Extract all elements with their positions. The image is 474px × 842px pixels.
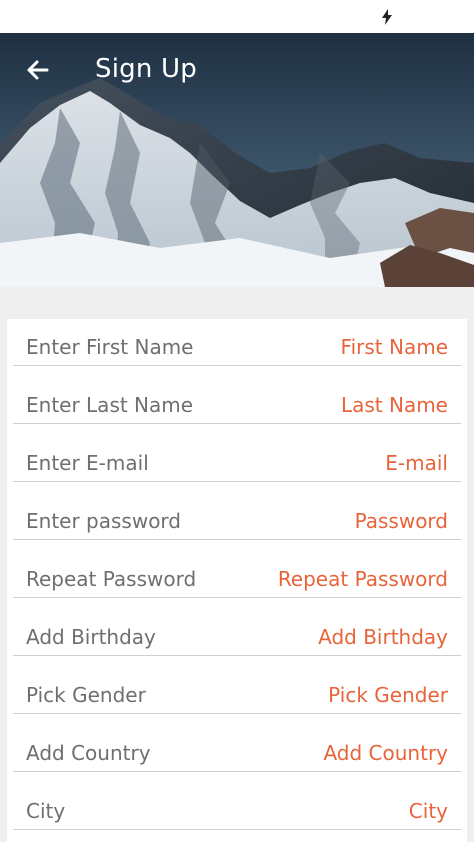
- field-label: Repeat Password: [26, 567, 197, 591]
- repeat-password-field[interactable]: Repeat Password Repeat Password: [13, 551, 461, 598]
- header-banner: Sign Up: [0, 33, 474, 287]
- field-value: City: [408, 799, 448, 823]
- field-value: Password: [354, 509, 448, 533]
- field-value: Last Name: [340, 393, 448, 417]
- birthday-field[interactable]: Add Birthday Add Birthday: [13, 609, 461, 656]
- charging-bolt-icon: [382, 9, 392, 25]
- gender-field[interactable]: Pick Gender Pick Gender: [13, 667, 461, 714]
- city-field[interactable]: City City: [13, 783, 461, 830]
- last-name-field[interactable]: Enter Last Name Last Name: [13, 377, 461, 424]
- password-field[interactable]: Enter password Password: [13, 493, 461, 540]
- field-value: First Name: [340, 335, 448, 359]
- field-label: Enter First Name: [26, 335, 194, 359]
- signup-form-card: Enter First Name First Name Enter Last N…: [7, 319, 467, 842]
- field-label: Enter password: [26, 509, 181, 533]
- field-value: Add Birthday: [318, 625, 448, 649]
- arrow-left-icon: [27, 60, 49, 80]
- field-label: Add Country: [26, 741, 151, 765]
- page-title: Sign Up: [95, 54, 197, 84]
- mountain-header-image: [0, 33, 474, 287]
- field-value: Repeat Password: [277, 567, 448, 591]
- field-value: Add Country: [323, 741, 448, 765]
- first-name-field[interactable]: Enter First Name First Name: [13, 319, 461, 366]
- field-label: Pick Gender: [26, 683, 146, 707]
- field-value: E-mail: [385, 451, 448, 475]
- field-label: Enter E-mail: [26, 451, 149, 475]
- field-label: City: [26, 799, 66, 823]
- status-bar: [0, 0, 474, 33]
- field-value: Pick Gender: [328, 683, 448, 707]
- country-field[interactable]: Add Country Add Country: [13, 725, 461, 772]
- field-label: Add Birthday: [26, 625, 156, 649]
- email-field[interactable]: Enter E-mail E-mail: [13, 435, 461, 482]
- field-label: Enter Last Name: [26, 393, 194, 417]
- back-button[interactable]: [20, 53, 54, 87]
